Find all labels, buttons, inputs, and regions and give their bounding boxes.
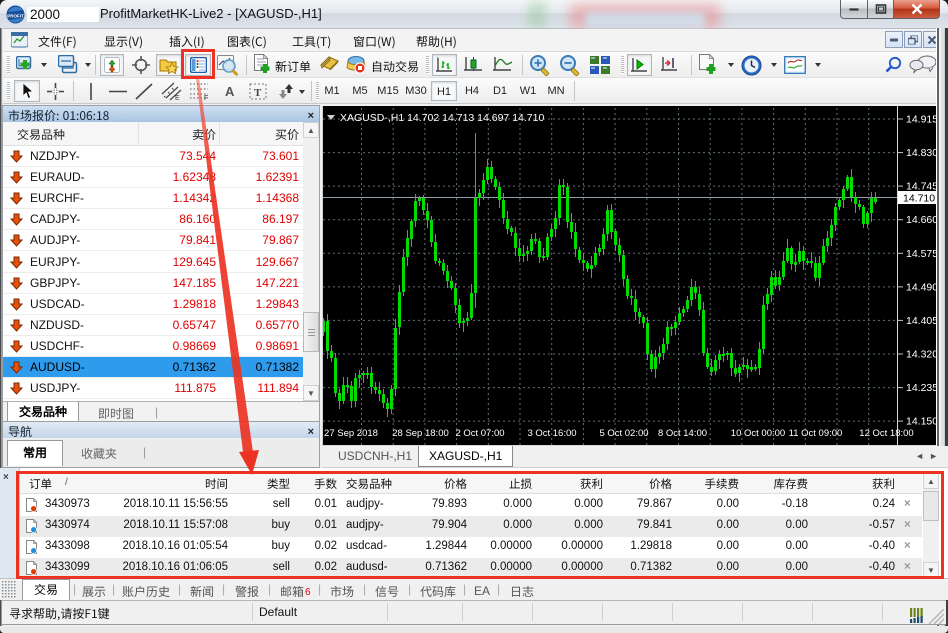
svg-text:5 Oct 02:00: 5 Oct 02:00 [599,428,648,439]
svg-text:27 Sep 2018: 27 Sep 2018 [324,428,378,439]
svg-text:PROFIT: PROFIT [7,14,24,19]
svg-text:10 Oct 00:00: 10 Oct 00:00 [731,428,785,439]
svg-text:14.710: 14.710 [903,193,935,205]
svg-text:14.490: 14.490 [906,281,938,293]
svg-text:12 Oct 18:00: 12 Oct 18:00 [859,428,913,439]
svg-text:T: T [254,87,262,99]
svg-text:14.320: 14.320 [906,349,938,361]
svg-text:XAGUSD-,H1 14.702 14.713 14.6: XAGUSD-,H1 14.702 14.713 14.697 14.710 [340,112,544,124]
svg-text:14.235: 14.235 [906,382,938,394]
svg-text:8 Oct 14:00: 8 Oct 14:00 [658,428,707,439]
svg-text:F: F [204,95,208,101]
svg-text:E: E [175,95,180,101]
svg-text:14.745: 14.745 [906,181,938,193]
svg-text:3 Oct 16:00: 3 Oct 16:00 [527,428,576,439]
svg-text:14.405: 14.405 [906,315,938,327]
svg-text:14.830: 14.830 [906,147,938,159]
svg-text:11 Oct 09:00: 11 Oct 09:00 [789,428,843,439]
svg-text:14.150: 14.150 [906,416,938,428]
svg-text:28 Sep 18:00: 28 Sep 18:00 [392,428,449,439]
svg-text:2 Oct 07:00: 2 Oct 07:00 [455,428,504,439]
svg-text:14.575: 14.575 [906,248,938,260]
svg-text:14.915: 14.915 [906,114,938,126]
svg-text:14.660: 14.660 [906,214,938,226]
